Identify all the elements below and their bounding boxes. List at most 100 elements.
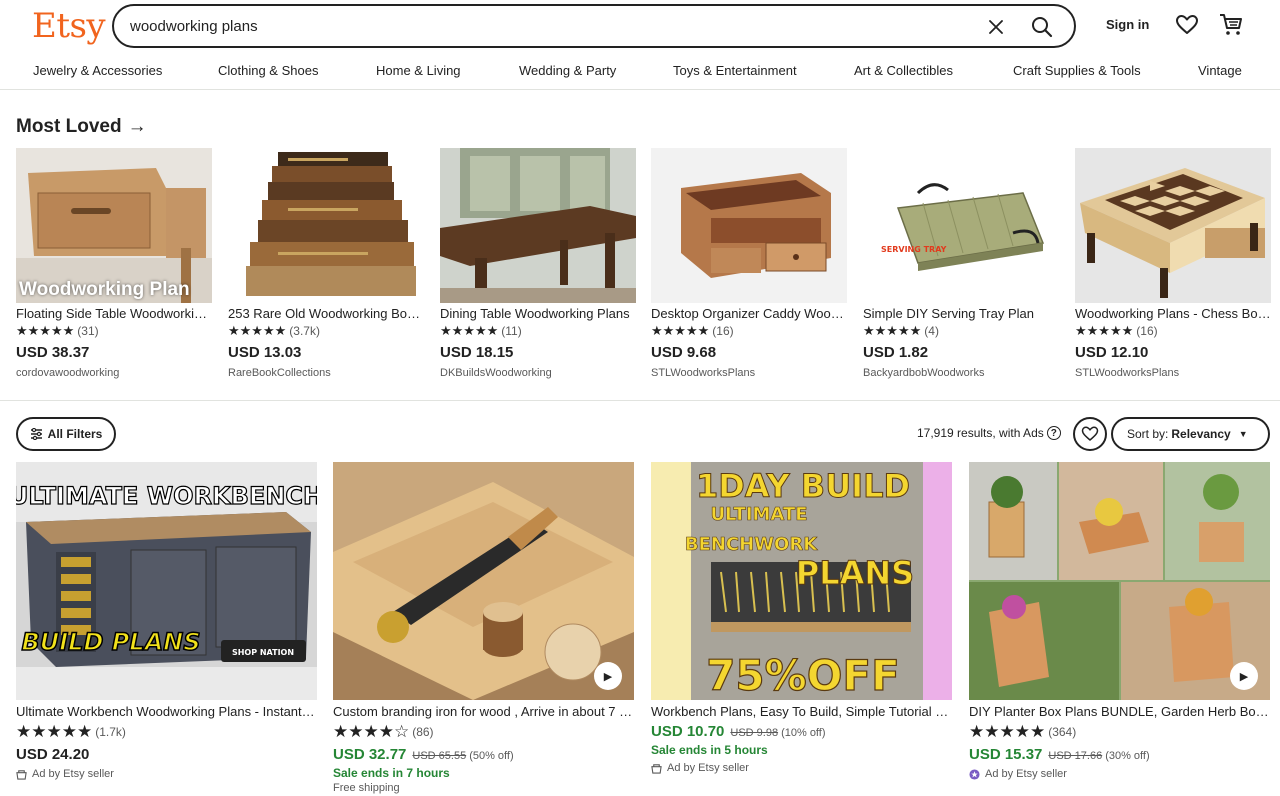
all-filters-label: All Filters (47, 427, 103, 441)
serving-tray-illustration: SERVING TRAY (863, 148, 1059, 303)
search-input[interactable] (130, 17, 970, 35)
heart-icon[interactable] (1175, 13, 1199, 37)
category-link[interactable]: Home & Living (376, 63, 461, 78)
sort-value: Relevancy (1171, 427, 1231, 441)
help-icon[interactable]: ? (1046, 426, 1061, 440)
serving-tray-label: SERVING TRAY (881, 245, 947, 254)
product-image[interactable] (440, 148, 636, 303)
listing-title[interactable]: Ultimate Workbench Woodworking Plans - I… (16, 704, 317, 719)
most-loved-card[interactable]: Dining Table Woodworking Plans ★★★★★ (11)… (440, 148, 636, 379)
listing-card[interactable]: 1DAY BUILD ULTIMATE BENCHWORK PLANS 75%O… (651, 462, 952, 774)
play-video-button[interactable]: ▶ (1230, 662, 1258, 690)
sort-label: Sort by: (1127, 427, 1169, 441)
listing-image[interactable]: 1DAY BUILD ULTIMATE BENCHWORK PLANS 75%O… (651, 462, 952, 700)
category-link[interactable]: Vintage (1198, 63, 1242, 78)
listing-card[interactable]: ▶ DIY Planter Box Plans BUNDLE, Garden H… (969, 462, 1270, 780)
search-submit-button[interactable] (1028, 13, 1056, 41)
shop-name[interactable]: RareBookCollections (228, 367, 424, 379)
product-title[interactable]: Floating Side Table Woodworking Plan (16, 306, 212, 321)
listing-image[interactable]: ▶ (969, 462, 1270, 700)
discount-percent: (50% off) (469, 750, 514, 762)
desk-organizer-illustration (651, 148, 847, 303)
product-title[interactable]: Dining Table Woodworking Plans (440, 306, 636, 321)
etsy-logo[interactable]: Etsy (32, 6, 106, 46)
product-image[interactable] (228, 148, 424, 303)
review-count: (3.7k) (289, 324, 320, 338)
category-link[interactable]: Clothing & Shoes (218, 63, 318, 78)
product-title[interactable]: Simple DIY Serving Tray Plan (863, 306, 1059, 321)
one-day-build-text: 1DAY BUILD (696, 467, 910, 505)
shop-name[interactable]: cordovawoodworking (16, 367, 212, 379)
shop-icon (16, 769, 27, 780)
product-price: USD 12.10 (1075, 344, 1149, 361)
listing-title[interactable]: Custom branding iron for wood , Arrive i… (333, 704, 634, 719)
star-seller-icon (969, 768, 980, 780)
most-loved-card[interactable]: 253 Rare Old Woodworking Books ★★★★★ (3.7… (228, 148, 424, 379)
rating: ★★★★☆ (86) (333, 722, 634, 742)
image-overlay-text: Woodworking Plan (19, 279, 190, 300)
results-count: 17,919 results, with Ads ? (917, 426, 1061, 440)
ad-text: Ad by Etsy seller (32, 768, 114, 780)
sign-in-link[interactable]: Sign in (1106, 17, 1149, 32)
clear-search-button[interactable] (984, 15, 1008, 39)
shop-name[interactable]: BackyardbobWoodworks (863, 367, 1059, 379)
product-title[interactable]: Desktop Organizer Caddy Woodworking Plan… (651, 306, 847, 321)
product-title[interactable]: Woodworking Plans - Chess Board (1075, 306, 1271, 321)
category-link[interactable]: Jewelry & Accessories (33, 63, 162, 78)
category-link[interactable]: Craft Supplies & Tools (1013, 63, 1141, 78)
product-image[interactable] (1075, 148, 1271, 303)
review-count: (86) (412, 725, 434, 739)
product-image[interactable] (651, 148, 847, 303)
save-search-button[interactable] (1073, 417, 1107, 451)
results-text: 17,919 results, with Ads (917, 426, 1044, 440)
listing-image[interactable]: ▶ (333, 462, 634, 700)
rating: ★★★★★ (16) (1075, 323, 1271, 339)
dining-table-illustration (440, 148, 636, 303)
product-price: USD 18.15 (440, 344, 514, 361)
listing-price: USD 15.37 USD 17.66 (30% off) (969, 746, 1270, 763)
original-price: USD 17.66 (1048, 750, 1103, 762)
sale-ends-text: Sale ends in 7 hours (333, 766, 450, 780)
listing-image[interactable]: ULTIMATE WORKBENCH BUILD PLANS SHOP NATI… (16, 462, 317, 700)
most-loved-card[interactable]: Desktop Organizer Caddy Woodworking Plan… (651, 148, 847, 379)
most-loved-card[interactable]: SERVING TRAY Simple DIY Serving Tray Pla… (863, 148, 1059, 379)
shop-nation-logo: SHOP NATION (232, 648, 294, 657)
star-rating-icon: ★★★★★ (228, 323, 287, 338)
old-books-illustration (228, 148, 424, 303)
product-title[interactable]: 253 Rare Old Woodworking Books (228, 306, 424, 321)
product-image[interactable]: SERVING TRAY (863, 148, 1059, 303)
category-link[interactable]: Toys & Entertainment (673, 63, 797, 78)
category-link[interactable]: Wedding & Party (519, 63, 616, 78)
cart-icon[interactable] (1218, 12, 1244, 38)
play-video-button[interactable]: ▶ (594, 662, 622, 690)
rating: ★★★★★ (4) (863, 323, 1059, 339)
sort-dropdown[interactable]: Sort by: Relevancy ▼ (1111, 417, 1270, 451)
most-loved-heading[interactable]: Most Loved → (16, 116, 147, 138)
listing-title[interactable]: DIY Planter Box Plans BUNDLE, Garden Her… (969, 704, 1270, 719)
listing-card[interactable]: ▶ Custom branding iron for wood , Arrive… (333, 462, 634, 794)
shop-name[interactable]: DKBuildsWoodworking (440, 367, 636, 379)
shop-name[interactable]: STLWoodworksPlans (651, 367, 847, 379)
most-loved-card[interactable]: Woodworking Plans - Chess Board ★★★★★ (16… (1075, 148, 1271, 379)
rating: ★★★★★ (11) (440, 323, 636, 339)
benchwork-plans-illustration: 1DAY BUILD ULTIMATE BENCHWORK PLANS 75%O… (651, 462, 952, 700)
all-filters-button[interactable]: All Filters (16, 417, 116, 451)
rating: ★★★★★ (1.7k) (16, 722, 317, 742)
rating: ★★★★★ (3.7k) (228, 323, 424, 339)
ultimate-text: ULTIMATE (710, 504, 807, 525)
most-loved-card[interactable]: Woodworking Plan Floating Side Table Woo… (16, 148, 212, 379)
price-value: USD 32.77 (333, 746, 407, 763)
star-rating-icon: ★★★★★ (16, 323, 75, 338)
rating: ★★★★★ (364) (969, 722, 1270, 742)
shop-name[interactable]: STLWoodworksPlans (1075, 367, 1271, 379)
ad-label: Ad by Etsy seller (651, 762, 952, 774)
review-count: (364) (1048, 725, 1077, 739)
listing-title[interactable]: Workbench Plans, Easy To Build, Simple T… (651, 704, 952, 719)
product-image[interactable]: Woodworking Plan (16, 148, 212, 303)
product-price: USD 38.37 (16, 344, 90, 361)
listing-card[interactable]: ULTIMATE WORKBENCH BUILD PLANS SHOP NATI… (16, 462, 317, 780)
category-link[interactable]: Art & Collectibles (854, 63, 953, 78)
search-bar[interactable] (112, 4, 1076, 48)
section-divider (0, 400, 1280, 401)
category-nav: Jewelry & Accessories Clothing & Shoes H… (0, 60, 1280, 90)
